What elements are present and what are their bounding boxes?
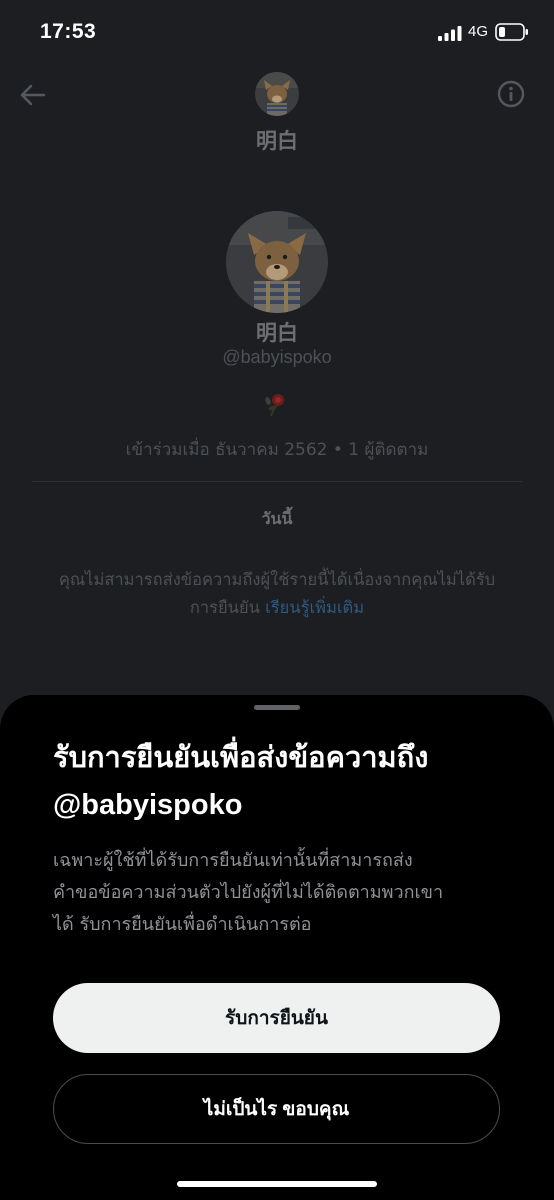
sheet-description-line-1: เฉพาะผู้ใช้ที่ได้รับการยืนยันเท่านั้นที่… bbox=[53, 850, 413, 871]
header-avatar[interactable] bbox=[255, 72, 299, 116]
date-separator: วันนี้ bbox=[261, 509, 293, 528]
verification-bottom-sheet: รับการยืนยันเพื่อส่งข้อความถึง @babyispo… bbox=[0, 695, 554, 1200]
sheet-description-line-3: ได้ รับการยืนยันเพื่อดำเนินการต่อ bbox=[53, 914, 312, 935]
learn-more-link[interactable]: เรียนรู้เพิ่มเติม bbox=[265, 598, 364, 617]
cellular-signal-icon bbox=[438, 26, 462, 41]
sheet-title-line-1: รับการยืนยันเพื่อส่งข้อความถึง bbox=[53, 740, 429, 774]
status-time: 17:53 bbox=[40, 20, 97, 43]
sheet-title: รับการยืนยันเพื่อส่งข้อความถึง @babyispo… bbox=[53, 733, 523, 829]
status-bar: 17:53 4G bbox=[0, 0, 554, 66]
profile-handle: @babyispoko bbox=[222, 347, 332, 367]
notice-line-1: คุณไม่สามารถส่งข้อความถึงผู้ใช้รายนี้ได้… bbox=[58, 570, 496, 589]
back-arrow-icon[interactable] bbox=[18, 80, 48, 110]
divider bbox=[32, 481, 522, 482]
info-icon[interactable] bbox=[496, 79, 526, 109]
joined-date: เข้าร่วมเมื่อ ธันวาคม 2562 • 1 ผู้ติดตาม bbox=[125, 440, 429, 460]
sheet-description-line-2: คำขอข้อความส่วนตัวไปยังผู้ที่ไม่ได้ติดตา… bbox=[53, 882, 444, 903]
home-indicator[interactable] bbox=[177, 1181, 377, 1187]
cannot-message-notice: คุณไม่สามารถส่งข้อความถึงผู้ใช้รายนี้ได้… bbox=[0, 566, 554, 622]
get-verified-button[interactable]: รับการยืนยัน bbox=[53, 983, 500, 1053]
header-name: 明白 bbox=[256, 129, 298, 153]
network-type: 4G bbox=[468, 23, 489, 40]
rose-emoji-icon bbox=[265, 394, 284, 417]
battery-icon bbox=[495, 23, 528, 41]
sheet-title-line-2: @babyispoko bbox=[53, 789, 243, 821]
notice-text: การยืนยัน bbox=[189, 598, 260, 617]
notice-line-2: การยืนยัน เรียนรู้เพิ่มเติม bbox=[0, 594, 554, 622]
dog-avatar-icon bbox=[255, 72, 299, 116]
profile-avatar[interactable] bbox=[226, 211, 328, 313]
dm-screen: 17:53 4G 明白 明白 @babyispoko เข้าร่วมเมื่อ… bbox=[0, 0, 554, 1200]
dog-avatar-icon bbox=[226, 211, 328, 313]
sheet-grabber-handle[interactable] bbox=[254, 705, 300, 710]
sheet-description: เฉพาะผู้ใช้ที่ได้รับการยืนยันเท่านั้นที่… bbox=[53, 845, 513, 941]
no-thanks-button[interactable]: ไม่เป็นไร ขอบคุณ bbox=[53, 1074, 500, 1144]
profile-name: 明白 bbox=[256, 321, 298, 345]
